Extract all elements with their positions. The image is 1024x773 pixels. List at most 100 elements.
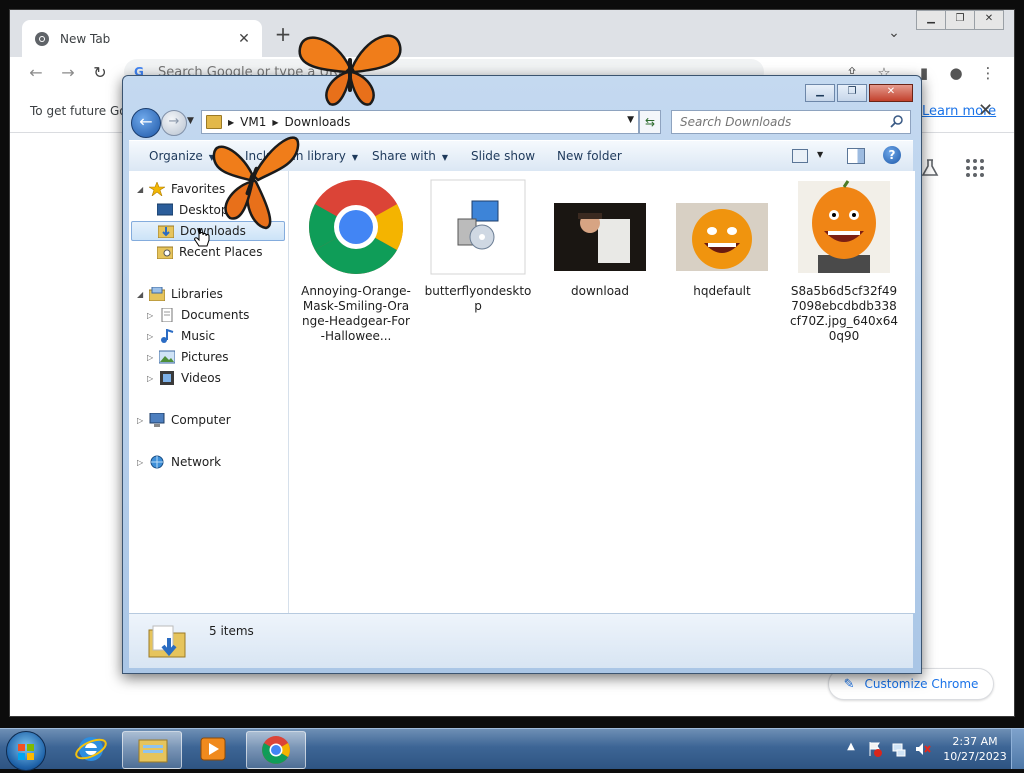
file-name: butterflyondesktop [424, 284, 532, 313]
explorer-minimize-icon[interactable]: ▁ [805, 84, 835, 102]
nav-pictures-label: Pictures [181, 350, 229, 364]
search-input[interactable] [678, 114, 882, 130]
profile-avatar-icon[interactable]: ● [946, 63, 966, 83]
star-icon [149, 182, 165, 196]
image-thumbnail [798, 180, 890, 273]
pictures-icon [159, 350, 175, 364]
collapse-arrow-icon[interactable]: ◢ [137, 185, 147, 194]
file-name: S8a5b6d5cf32f497098ebcdbdb338cf70Z.jpg_6… [790, 284, 898, 343]
change-view-icon[interactable] [792, 149, 808, 163]
tab-search-chevron-icon[interactable]: ⌄ [884, 25, 904, 45]
computer-icon [149, 413, 165, 427]
documents-icon [161, 308, 173, 322]
expand-arrow-icon[interactable]: ▷ [147, 374, 157, 383]
nav-network-label: Network [171, 455, 222, 469]
show-desktop-button[interactable] [1011, 729, 1024, 769]
volume-muted-icon[interactable] [915, 741, 931, 757]
network-icon [150, 455, 164, 469]
taskbar-google-chrome[interactable] [246, 731, 306, 769]
collapse-arrow-icon[interactable]: ◢ [137, 290, 147, 299]
installer-icon [430, 179, 526, 275]
file-list: Annoying-Orange-Mask-Smiling-Orange-Head… [289, 171, 915, 613]
file-item[interactable]: hqdefault [667, 179, 777, 299]
customize-chrome-label: Customize Chrome [864, 677, 979, 691]
chrome-logo-icon [35, 31, 49, 46]
file-name: hqdefault [693, 284, 751, 298]
file-item[interactable]: Annoying-Orange-Mask-Smiling-Orange-Head… [301, 179, 411, 344]
butterfly-icon [298, 34, 402, 106]
chrome-icon [308, 179, 404, 275]
expand-arrow-icon[interactable]: ▷ [147, 311, 157, 320]
nav-documents[interactable]: ▷ Documents [147, 305, 249, 325]
view-options-caret-icon[interactable]: ▼ [817, 150, 823, 159]
preview-pane-icon[interactable] [847, 148, 865, 164]
clock-date: 10/27/2023 [943, 750, 1007, 763]
organize-button[interactable]: Organize ▼ [149, 149, 215, 163]
explorer-folders-icon [138, 739, 168, 763]
share-with-button[interactable]: Share with ▼ [372, 149, 448, 163]
music-note-icon [161, 329, 174, 343]
reload-icon[interactable]: ↻ [90, 63, 110, 83]
nav-computer[interactable]: ▷ Computer [137, 410, 231, 430]
recent-places-icon [157, 246, 173, 259]
nav-network[interactable]: ▷ Network [137, 452, 221, 472]
recent-locations-chevron-icon[interactable]: ▼ [187, 116, 194, 126]
expand-arrow-icon[interactable]: ▷ [137, 458, 147, 467]
slide-show-button[interactable]: Slide show [471, 149, 535, 163]
hand-cursor-icon [194, 228, 210, 247]
new-folder-button[interactable]: New folder [557, 149, 622, 163]
maximize-icon[interactable]: ❐ [945, 10, 975, 30]
help-icon[interactable]: ? [883, 146, 901, 164]
media-player-icon [200, 737, 226, 761]
explorer-maximize-icon[interactable]: ❐ [837, 84, 867, 102]
nav-videos[interactable]: ▷ Videos [147, 368, 221, 388]
items-count: 5 items [209, 624, 254, 638]
desktop-icon [157, 203, 173, 216]
address-dropdown-icon[interactable]: ▼ [627, 115, 634, 125]
windows-logo-icon [18, 744, 34, 760]
downloads-folder-icon [148, 625, 186, 658]
close-icon[interactable]: ✕ [974, 10, 1004, 30]
expand-arrow-icon[interactable]: ▷ [147, 332, 157, 341]
share-with-label: Share with [372, 149, 436, 163]
explorer-close-icon[interactable]: ✕ [869, 84, 913, 102]
explorer-window-controls: ▁ ❐ ✕ [803, 84, 913, 102]
nav-pictures[interactable]: ▷ Pictures [147, 347, 229, 367]
labs-flask-icon[interactable] [920, 158, 940, 178]
taskbar-windows-explorer[interactable] [122, 731, 182, 769]
search-icon[interactable] [890, 114, 904, 128]
nav-libraries[interactable]: ◢ Libraries [137, 284, 223, 304]
expand-arrow-icon[interactable]: ▷ [137, 416, 147, 425]
file-item[interactable]: butterflyondesktop [423, 179, 533, 314]
new-tab-button[interactable]: + [272, 23, 294, 45]
chrome-tab-new-tab[interactable]: New Tab ✕ [22, 20, 262, 57]
back-button-icon[interactable]: ← [131, 108, 161, 138]
internet-explorer-icon [75, 737, 107, 761]
forward-button-icon[interactable]: → [161, 110, 187, 136]
google-apps-grid-icon[interactable] [965, 158, 985, 178]
caret-down-icon: ▼ [351, 153, 359, 162]
network-status-icon[interactable] [891, 741, 907, 757]
refresh-icon[interactable]: ⇆ [639, 110, 661, 134]
start-button-windows-icon[interactable] [6, 731, 46, 771]
file-item[interactable]: download [545, 179, 655, 299]
chrome-tabstrip: New Tab ✕ + ⌄ ▁ ❐ ✕ [10, 10, 1014, 57]
nav-music[interactable]: ▷ Music [147, 326, 215, 346]
close-tab-icon[interactable]: ✕ [236, 31, 252, 47]
tab-title: New Tab [60, 31, 111, 46]
infobar-close-icon[interactable]: ✕ [978, 100, 993, 121]
taskbar-internet-explorer[interactable] [62, 731, 120, 767]
expand-arrow-icon[interactable]: ▷ [147, 353, 157, 362]
file-item[interactable]: S8a5b6d5cf32f497098ebcdbdb338cf70Z.jpg_6… [789, 179, 899, 344]
clock[interactable]: 2:37 AM 10/27/2023 [939, 734, 1011, 764]
back-arrow-icon[interactable]: ← [26, 63, 46, 83]
show-hidden-icons-arrow-icon[interactable]: ▲ [843, 741, 859, 757]
taskbar-media-player[interactable] [184, 731, 242, 767]
menu-kebab-icon[interactable]: ⋮ [978, 63, 998, 83]
action-center-flag-icon[interactable] [867, 741, 883, 757]
butterfly-icon [212, 136, 300, 230]
minimize-icon[interactable]: ▁ [916, 10, 946, 30]
forward-arrow-icon[interactable]: → [58, 63, 78, 83]
search-box[interactable] [671, 110, 911, 134]
system-tray: ▲ 2:37 AM 10/27/2023 [843, 729, 1024, 769]
